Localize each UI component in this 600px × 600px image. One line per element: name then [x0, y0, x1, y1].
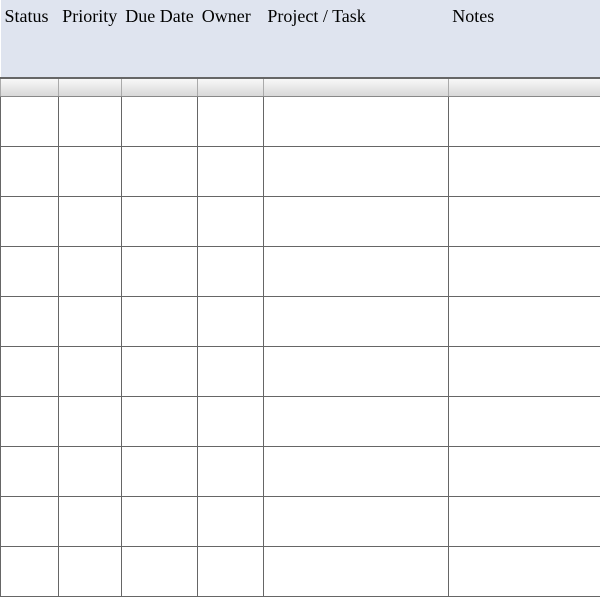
- table-row: [1, 146, 600, 196]
- column-header-project[interactable]: Project / Task: [263, 0, 448, 78]
- table-row: [1, 246, 600, 296]
- column-header-owner[interactable]: Owner: [198, 0, 264, 78]
- cell-priority[interactable]: [58, 546, 121, 596]
- cell-priority[interactable]: [58, 296, 121, 346]
- cell-status[interactable]: [1, 546, 59, 596]
- column-header-duedate[interactable]: Due Date: [121, 0, 197, 78]
- cell-project[interactable]: [263, 296, 448, 346]
- cell-duedate[interactable]: [121, 396, 197, 446]
- cell-owner[interactable]: [198, 196, 264, 246]
- cell-notes[interactable]: [448, 196, 600, 246]
- cell-priority[interactable]: [58, 396, 121, 446]
- cell-duedate[interactable]: [121, 96, 197, 146]
- filter-cell-owner[interactable]: [198, 78, 264, 96]
- cell-project[interactable]: [263, 246, 448, 296]
- cell-notes[interactable]: [448, 96, 600, 146]
- filter-cell-notes[interactable]: [448, 78, 600, 96]
- cell-project[interactable]: [263, 196, 448, 246]
- cell-project[interactable]: [263, 346, 448, 396]
- cell-status[interactable]: [1, 446, 59, 496]
- cell-priority[interactable]: [58, 96, 121, 146]
- cell-status[interactable]: [1, 396, 59, 446]
- cell-notes[interactable]: [448, 146, 600, 196]
- cell-owner[interactable]: [198, 96, 264, 146]
- table-header-row: Status Priority Due Date Owner Project /…: [1, 0, 600, 78]
- cell-notes[interactable]: [448, 496, 600, 546]
- cell-priority[interactable]: [58, 146, 121, 196]
- table-filter-row: [1, 78, 600, 96]
- column-header-notes[interactable]: Notes: [448, 0, 600, 78]
- cell-project[interactable]: [263, 396, 448, 446]
- filter-cell-status[interactable]: [1, 78, 59, 96]
- cell-notes[interactable]: [448, 396, 600, 446]
- cell-priority[interactable]: [58, 446, 121, 496]
- cell-owner[interactable]: [198, 446, 264, 496]
- table-row: [1, 396, 600, 446]
- cell-status[interactable]: [1, 296, 59, 346]
- cell-duedate[interactable]: [121, 496, 197, 546]
- table-row: [1, 546, 600, 596]
- cell-project[interactable]: [263, 546, 448, 596]
- cell-duedate[interactable]: [121, 196, 197, 246]
- task-table: Status Priority Due Date Owner Project /…: [0, 0, 600, 597]
- cell-owner[interactable]: [198, 396, 264, 446]
- filter-cell-priority[interactable]: [58, 78, 121, 96]
- table-row: [1, 96, 600, 146]
- cell-priority[interactable]: [58, 246, 121, 296]
- cell-duedate[interactable]: [121, 146, 197, 196]
- cell-priority[interactable]: [58, 346, 121, 396]
- cell-notes[interactable]: [448, 346, 600, 396]
- cell-status[interactable]: [1, 496, 59, 546]
- cell-owner[interactable]: [198, 496, 264, 546]
- task-table-container: Status Priority Due Date Owner Project /…: [0, 0, 600, 600]
- cell-notes[interactable]: [448, 296, 600, 346]
- table-body: [1, 96, 600, 596]
- cell-status[interactable]: [1, 146, 59, 196]
- cell-owner[interactable]: [198, 546, 264, 596]
- cell-duedate[interactable]: [121, 546, 197, 596]
- cell-owner[interactable]: [198, 246, 264, 296]
- cell-project[interactable]: [263, 96, 448, 146]
- table-row: [1, 496, 600, 546]
- cell-status[interactable]: [1, 196, 59, 246]
- column-header-status[interactable]: Status: [1, 0, 59, 78]
- cell-status[interactable]: [1, 246, 59, 296]
- cell-project[interactable]: [263, 496, 448, 546]
- cell-duedate[interactable]: [121, 296, 197, 346]
- cell-priority[interactable]: [58, 496, 121, 546]
- table-row: [1, 196, 600, 246]
- cell-owner[interactable]: [198, 146, 264, 196]
- cell-notes[interactable]: [448, 546, 600, 596]
- cell-project[interactable]: [263, 146, 448, 196]
- cell-status[interactable]: [1, 96, 59, 146]
- table-row: [1, 296, 600, 346]
- cell-notes[interactable]: [448, 446, 600, 496]
- column-header-priority[interactable]: Priority: [58, 0, 121, 78]
- table-row: [1, 346, 600, 396]
- cell-owner[interactable]: [198, 296, 264, 346]
- cell-project[interactable]: [263, 446, 448, 496]
- cell-status[interactable]: [1, 346, 59, 396]
- filter-cell-project[interactable]: [263, 78, 448, 96]
- filter-cell-duedate[interactable]: [121, 78, 197, 96]
- cell-priority[interactable]: [58, 196, 121, 246]
- cell-duedate[interactable]: [121, 246, 197, 296]
- cell-owner[interactable]: [198, 346, 264, 396]
- table-row: [1, 446, 600, 496]
- cell-duedate[interactable]: [121, 346, 197, 396]
- cell-duedate[interactable]: [121, 446, 197, 496]
- cell-notes[interactable]: [448, 246, 600, 296]
